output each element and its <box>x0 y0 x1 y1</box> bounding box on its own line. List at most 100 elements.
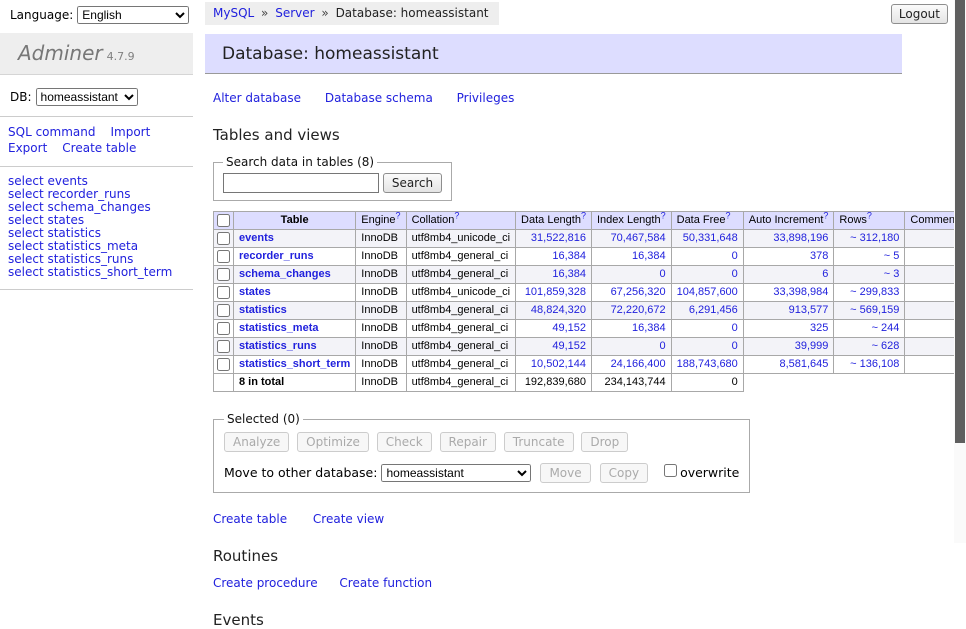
data-free-cell-link[interactable]: 0 <box>732 340 738 352</box>
auto-increment-cell-link[interactable]: 33,898,196 <box>773 232 828 244</box>
table-link[interactable]: recorder_runs <box>239 250 314 262</box>
breadcrumb-link-server[interactable]: Server <box>275 6 314 20</box>
analyze-button[interactable]: Analyze <box>224 432 289 452</box>
move-database-select[interactable]: homeassistant <box>381 464 531 482</box>
rows-cell-link[interactable]: ~ 299,833 <box>850 286 899 298</box>
row-select-checkbox[interactable] <box>217 304 230 317</box>
scrollbar[interactable] <box>954 0 966 543</box>
rows-cell-link[interactable]: ~ 3 <box>884 268 900 280</box>
select-all-checkbox[interactable] <box>217 214 230 227</box>
row-select-checkbox[interactable] <box>217 268 230 281</box>
index-length-cell-link[interactable]: 67,256,320 <box>611 286 666 298</box>
export-link[interactable]: Export <box>8 141 47 155</box>
create-view-link[interactable]: Create view <box>313 512 384 526</box>
create-table-link[interactable]: Create table <box>213 512 287 526</box>
row-select-checkbox[interactable] <box>217 232 230 245</box>
privileges-link[interactable]: Privileges <box>457 91 515 105</box>
auto-increment-cell-link[interactable]: 913,577 <box>789 304 829 316</box>
logout-button[interactable]: Logout <box>891 4 948 24</box>
table-link[interactable]: states <box>239 286 271 298</box>
repair-button[interactable]: Repair <box>440 432 496 452</box>
truncate-button[interactable]: Truncate <box>504 432 574 452</box>
index-length-cell-link[interactable]: 0 <box>660 268 666 280</box>
index-length-cell-link[interactable]: 16,384 <box>632 250 666 262</box>
copy-button[interactable]: Copy <box>600 463 648 483</box>
row-checkbox-cell <box>214 248 234 266</box>
check-button[interactable]: Check <box>377 432 432 452</box>
row-select-checkbox[interactable] <box>217 358 230 371</box>
search-legend: Search data in tables (8) <box>223 155 377 169</box>
data-free-cell-link[interactable]: 6,291,456 <box>689 304 738 316</box>
rows-cell-link[interactable]: ~ 5 <box>884 250 900 262</box>
table-header-row: TableEngine?Collation?Data Length?Index … <box>214 212 966 230</box>
data-length-cell-link[interactable]: 16,384 <box>552 268 586 280</box>
table-link[interactable]: schema_changes <box>239 268 331 280</box>
row-select-checkbox[interactable] <box>217 250 230 263</box>
optimize-button[interactable]: Optimize <box>297 432 369 452</box>
auto-increment-cell-link[interactable]: 378 <box>810 250 828 262</box>
rows-cell-link[interactable]: ~ 136,108 <box>850 358 899 370</box>
help-link[interactable]: ? <box>661 210 666 220</box>
drop-button[interactable]: Drop <box>581 432 628 452</box>
index-length-cell-link[interactable]: 24,166,400 <box>611 358 666 370</box>
rows-cell-link[interactable]: ~ 312,180 <box>850 232 899 244</box>
data-length-cell-link[interactable]: 101,859,328 <box>525 286 586 298</box>
sql-command-link[interactable]: SQL command <box>8 125 95 139</box>
sidebar-item-select-statistics-short-term[interactable]: select statistics_short_term <box>8 266 193 279</box>
auto-increment-cell-link[interactable]: 325 <box>810 322 828 334</box>
help-link[interactable]: ? <box>726 210 731 220</box>
index-length-cell-link[interactable]: 16,384 <box>632 322 666 334</box>
auto-increment-cell-link[interactable]: 6 <box>822 268 828 280</box>
create-table-link-sidebar[interactable]: Create table <box>62 141 136 155</box>
help-link[interactable]: ? <box>823 210 828 220</box>
create-function-link[interactable]: Create function <box>339 576 432 590</box>
index-length-cell-link[interactable]: 0 <box>660 340 666 352</box>
data-length-cell-link[interactable]: 49,152 <box>552 340 586 352</box>
help-link[interactable]: ? <box>581 210 586 220</box>
database-schema-link[interactable]: Database schema <box>325 91 433 105</box>
row-select-checkbox[interactable] <box>217 286 230 299</box>
data-free-cell-link[interactable]: 0 <box>732 268 738 280</box>
search-input[interactable] <box>223 173 379 193</box>
data-free-cell-link[interactable]: 0 <box>732 322 738 334</box>
search-button[interactable]: Search <box>383 173 442 193</box>
rows-cell-link[interactable]: ~ 244 <box>872 322 900 334</box>
auto-increment-cell-link[interactable]: 33,398,984 <box>773 286 828 298</box>
overwrite-checkbox[interactable] <box>664 464 677 477</box>
move-button[interactable]: Move <box>540 463 590 483</box>
index-length-cell-link[interactable]: 70,467,584 <box>611 232 666 244</box>
rows-cell-link[interactable]: ~ 628 <box>872 340 900 352</box>
data-free-cell-link[interactable]: 0 <box>732 250 738 262</box>
import-link[interactable]: Import <box>110 125 150 139</box>
table-link[interactable]: statistics_meta <box>239 322 319 334</box>
scrollbar-thumb[interactable] <box>955 0 965 443</box>
data-length-cell-link[interactable]: 16,384 <box>552 250 586 262</box>
data-free-cell-link[interactable]: 104,857,600 <box>677 286 738 298</box>
index-length-cell: 16,384 <box>591 248 671 266</box>
data-length-cell-link[interactable]: 48,824,320 <box>531 304 586 316</box>
data-length-cell-link[interactable]: 31,522,816 <box>531 232 586 244</box>
data-length-cell-link[interactable]: 49,152 <box>552 322 586 334</box>
alter-database-link[interactable]: Alter database <box>213 91 301 105</box>
data-length-cell-link[interactable]: 10,502,144 <box>531 358 586 370</box>
index-length-cell-link[interactable]: 72,220,672 <box>611 304 666 316</box>
rows-cell-link[interactable]: ~ 569,159 <box>850 304 899 316</box>
data-free-cell-link[interactable]: 188,743,680 <box>677 358 738 370</box>
help-link[interactable]: ? <box>396 210 401 220</box>
auto-increment-cell-link[interactable]: 39,999 <box>795 340 829 352</box>
table-link[interactable]: statistics <box>239 304 287 316</box>
data-free-cell-link[interactable]: 50,331,648 <box>683 232 738 244</box>
breadcrumb-link-mysql[interactable]: MySQL <box>213 6 254 20</box>
table-link[interactable]: statistics_short_term <box>239 358 350 370</box>
auto-increment-cell-link[interactable]: 8,581,645 <box>779 358 828 370</box>
help-link[interactable]: ? <box>867 210 872 220</box>
db-select[interactable]: homeassistant <box>36 88 138 106</box>
overwrite-label[interactable]: overwrite <box>680 465 739 480</box>
help-link[interactable]: ? <box>454 210 459 220</box>
table-link[interactable]: events <box>239 232 274 244</box>
table-link[interactable]: statistics_runs <box>239 340 317 352</box>
create-procedure-link[interactable]: Create procedure <box>213 576 318 590</box>
row-select-checkbox[interactable] <box>217 340 230 353</box>
row-select-checkbox[interactable] <box>217 322 230 335</box>
language-select[interactable]: English <box>77 6 189 24</box>
